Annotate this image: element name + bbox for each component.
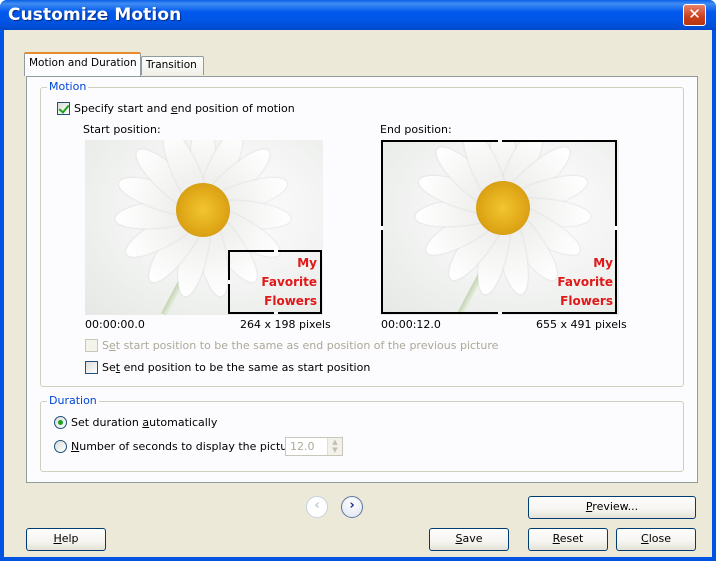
spinner-arrows-icon[interactable]: ▲ ▼ xyxy=(327,438,342,455)
start-time: 00:00:00.0 xyxy=(85,318,145,331)
preview-button[interactable]: Preview... xyxy=(528,496,696,519)
radio-unselected-icon[interactable] xyxy=(54,440,67,453)
save-button[interactable]: Save xyxy=(429,528,509,551)
same-as-previous-label: Set start position to be the same as end… xyxy=(102,339,499,352)
checkbox-unchecked-icon[interactable] xyxy=(85,339,98,352)
start-position-label: Start position: xyxy=(83,123,161,136)
customize-motion-window: Customize Motion ✕ Motion and Duration T… xyxy=(0,0,716,561)
tab-motion-and-duration[interactable]: Motion and Duration xyxy=(24,52,141,76)
seconds-value: 12.0 xyxy=(290,440,315,453)
duration-auto-label: Set duration automatically xyxy=(71,416,218,429)
end-position-label: End position: xyxy=(380,123,452,136)
duration-group: Duration Set duration automatically Numb… xyxy=(40,394,684,472)
duration-seconds-radio[interactable]: Number of seconds to display the picture xyxy=(54,440,298,453)
previous-picture-icon[interactable]: ‹ xyxy=(306,496,328,518)
tab-transition[interactable]: Transition xyxy=(141,56,204,75)
title-bar: Customize Motion ✕ xyxy=(0,0,716,30)
end-size: 655 x 491 pixels xyxy=(536,318,627,331)
motion-legend: Motion xyxy=(47,80,89,93)
checkbox-checked-icon[interactable] xyxy=(57,102,70,115)
radio-selected-icon[interactable] xyxy=(54,416,67,429)
help-button[interactable]: Help xyxy=(26,528,106,551)
seconds-spinner[interactable]: 12.0 ▲ ▼ xyxy=(285,437,343,456)
duration-legend: Duration xyxy=(47,394,99,407)
start-size: 264 x 198 pixels xyxy=(240,318,331,331)
duration-seconds-label: Number of seconds to display the picture xyxy=(71,440,299,453)
dialog-client-area: Motion and Duration Transition Motion Sp… xyxy=(4,30,712,557)
end-position-preview[interactable]: My Favorite Flowers xyxy=(381,140,619,315)
same-as-previous-checkbox[interactable]: Set start position to be the same as end… xyxy=(85,339,498,352)
motion-group: Motion Specify start and end position of… xyxy=(40,80,684,387)
start-position-preview[interactable]: My Favorite Flowers xyxy=(85,140,323,315)
end-same-as-start-label: Set end position to be the same as start… xyxy=(102,361,371,374)
end-overlay-caption: My Favorite Flowers xyxy=(557,256,613,308)
window-title: Customize Motion xyxy=(8,5,182,25)
start-overlay-caption: My Favorite Flowers xyxy=(261,256,317,308)
close-button[interactable]: Close xyxy=(616,528,696,551)
reset-button[interactable]: Reset xyxy=(528,528,608,551)
duration-auto-radio[interactable]: Set duration automatically xyxy=(54,416,217,429)
checkbox-unchecked-icon[interactable] xyxy=(85,361,98,374)
specify-motion-label: Specify start and end position of motion xyxy=(74,102,295,115)
end-same-as-start-checkbox[interactable]: Set end position to be the same as start… xyxy=(85,361,370,374)
next-picture-icon[interactable]: › xyxy=(341,496,363,518)
specify-motion-checkbox[interactable]: Specify start and end position of motion xyxy=(57,102,295,115)
close-window-icon[interactable]: ✕ xyxy=(683,4,706,26)
tab-panel: Motion Specify start and end position of… xyxy=(26,76,698,483)
end-time: 00:00:12.0 xyxy=(381,318,441,331)
